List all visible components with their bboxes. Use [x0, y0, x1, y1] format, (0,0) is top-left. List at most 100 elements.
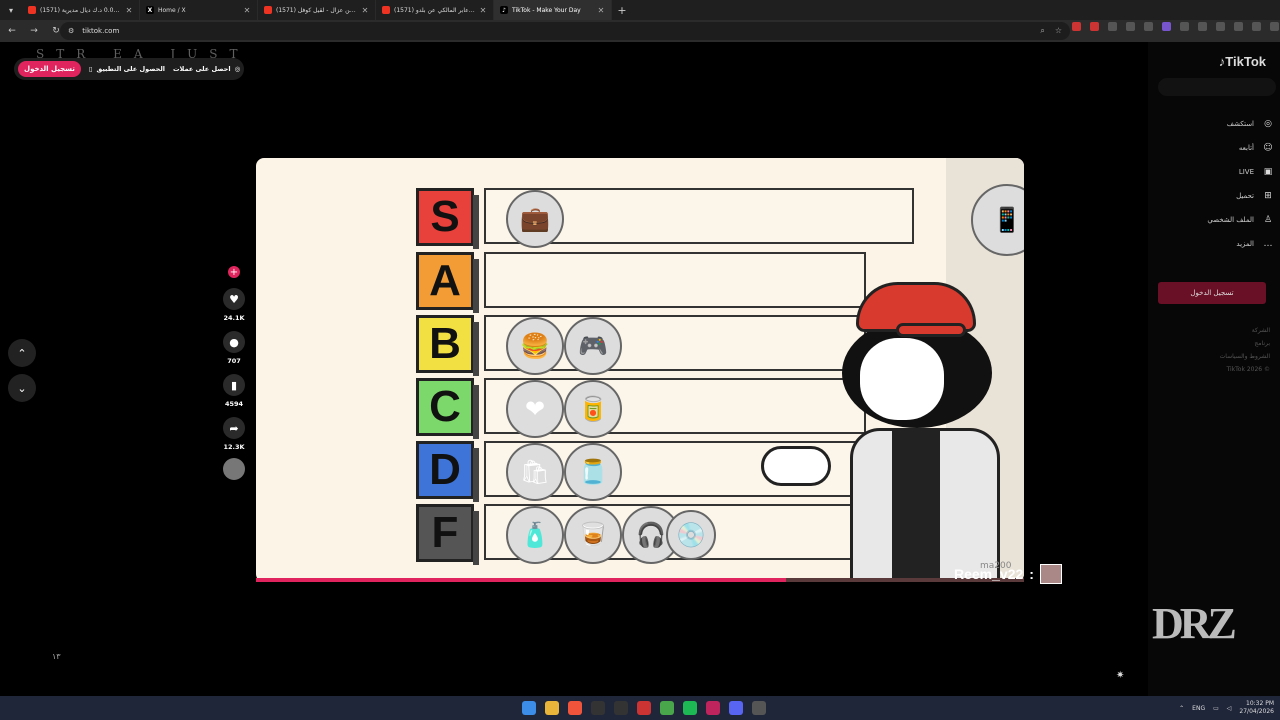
get-app-button[interactable]: ▯ الحصول على التطبيق	[89, 65, 165, 73]
extension-icon[interactable]	[1144, 22, 1153, 31]
extension-icon[interactable]	[1072, 22, 1081, 31]
back-icon[interactable]: ←	[6, 26, 18, 36]
save-button[interactable]: ▮	[223, 374, 245, 396]
browser-tab[interactable]: (1571) كلام عابر المالكي عن بلدو... ✕	[376, 0, 494, 20]
new-tab-button[interactable]: +	[612, 4, 632, 17]
sidebar-item-following[interactable]: أتابعه ☺	[1148, 136, 1280, 160]
zoom-icon[interactable]: ⌕	[1040, 26, 1044, 36]
tiktok-logo[interactable]: ♪TikTok	[1219, 54, 1266, 69]
share-icon: ➦	[229, 421, 239, 435]
extensions-area	[1072, 22, 1279, 31]
spotify-icon[interactable]	[683, 701, 697, 715]
close-icon[interactable]: ✕	[243, 6, 251, 15]
screen: ▾ (1571) دريف مايك بعد 0.000 د.ك ديال مد…	[0, 0, 1280, 720]
browser-tab[interactable]: (1571) دريف مايك بعد 0.000 د.ك ديال مدير…	[22, 0, 140, 20]
get-coins-button[interactable]: احصل على عملات ◎	[173, 65, 240, 73]
extension-icon[interactable]	[1198, 22, 1207, 31]
system-tray: ⌃ ENG ▭ ◁ 10:32 PM 27/04/2026	[1179, 696, 1274, 720]
like-button[interactable]: ♥	[223, 288, 245, 310]
clock[interactable]: 10:32 PM 27/04/2026	[1239, 700, 1274, 716]
sidebar-item-more[interactable]: المزيد…	[1148, 232, 1280, 256]
tier-row: C ❤ 🥫	[416, 378, 866, 439]
extension-icon[interactable]	[1234, 22, 1243, 31]
footer-link[interactable]: الشركة	[1220, 324, 1270, 337]
sidebar-item-live[interactable]: LIVE ▣	[1148, 160, 1280, 184]
youtube-icon	[264, 6, 272, 14]
comment-icon: ●	[229, 335, 239, 349]
get-coins-label: احصل على عملات	[173, 65, 231, 73]
app-icon[interactable]	[614, 701, 628, 715]
extension-icon[interactable]	[1180, 22, 1189, 31]
person-icon: ☺	[1263, 143, 1273, 153]
stream-logo: DRZ	[1152, 599, 1237, 648]
tier-label: D	[416, 441, 479, 502]
sidebar-item-explore[interactable]: استكشف ◎	[1148, 112, 1280, 136]
tab-search-icon[interactable]: ▾	[0, 0, 22, 20]
share-count: 12.3K	[223, 443, 245, 451]
windows-start-icon[interactable]	[522, 701, 536, 715]
video-progress-bar[interactable]	[256, 578, 1024, 582]
site-info-icon[interactable]: ⚙	[68, 27, 74, 35]
language-indicator[interactable]: ENG	[1192, 705, 1205, 712]
chevron-down-icon: ⌄	[17, 381, 27, 395]
tier-item: 🥫	[564, 380, 622, 438]
sidebar-item-profile[interactable]: الملف الشخصي ♙	[1148, 208, 1280, 232]
login-button[interactable]: تسجيل الدخول	[18, 61, 81, 77]
phone-icon: ▯	[88, 65, 93, 73]
close-icon[interactable]: ✕	[125, 6, 133, 15]
taskbar-apps	[522, 701, 766, 715]
tier-item: 🍔	[506, 317, 564, 375]
footer-link[interactable]: برنامج	[1220, 337, 1270, 350]
download-icon[interactable]	[1216, 22, 1225, 31]
menu-icon[interactable]	[1270, 22, 1279, 31]
clock-time: 10:32 PM	[1246, 700, 1274, 707]
extension-icon[interactable]	[1108, 22, 1117, 31]
browser-tab-bar: ▾ (1571) دريف مايك بعد 0.000 د.ك ديال مد…	[0, 0, 1280, 20]
extension-icon[interactable]	[1162, 22, 1171, 31]
close-icon[interactable]: ✕	[479, 6, 487, 15]
brave-icon[interactable]	[568, 701, 582, 715]
browser-tab-active[interactable]: ♪ TikTok - Make Your Day ✕	[494, 0, 612, 20]
extension-icon[interactable]	[1126, 22, 1135, 31]
youtube-icon	[382, 6, 390, 14]
bookmark-star-icon[interactable]: ☆	[1055, 26, 1062, 36]
sidebar-menu: استكشف ◎ أتابعه ☺ LIVE ▣ تحميل ⊞ الملف الشخص…	[1148, 112, 1280, 256]
like-count: 24.1K	[223, 314, 245, 322]
profile-icon[interactable]	[1252, 22, 1261, 31]
footer-link[interactable]: الشروط والسياسات	[1220, 350, 1270, 363]
close-icon[interactable]: ✕	[361, 6, 369, 15]
follow-button[interactable]: +	[228, 266, 240, 278]
network-icon[interactable]: ▭	[1213, 705, 1219, 712]
chevron-up-icon: ⌃	[17, 346, 27, 360]
video-player[interactable]: S💼📱➰AB🍔🎮C❤🥫D🛍🫙F🧴🥃🎧💿	[256, 158, 1024, 582]
browser-tab[interactable]: X Home / X ✕	[140, 0, 258, 20]
app-icon[interactable]	[706, 701, 720, 715]
chevron-up-icon[interactable]: ⌃	[1179, 705, 1184, 712]
top-actions: تسجيل الدخول ▯ الحصول على التطبيق احصل عل…	[14, 58, 245, 80]
url-field[interactable]: ⚙ tiktok.com ⌕ ☆	[60, 22, 1070, 40]
obs-icon[interactable]	[752, 701, 766, 715]
tier-row: S💼📱➰	[416, 184, 1024, 256]
sidebar-item-upload[interactable]: تحميل ⊞	[1148, 184, 1280, 208]
character-face	[860, 338, 944, 420]
file-explorer-icon[interactable]	[545, 701, 559, 715]
volume-icon[interactable]: ◁	[1227, 705, 1232, 712]
chrome-icon[interactable]	[660, 701, 674, 715]
music-disc[interactable]	[223, 458, 245, 480]
next-video-button[interactable]: ⌄	[8, 374, 36, 402]
video-progress-fill	[256, 578, 786, 582]
sidebar-login-button[interactable]: تسجيل الدخول	[1158, 282, 1266, 304]
more-icon: …	[1263, 239, 1273, 249]
discord-icon[interactable]	[729, 701, 743, 715]
browser-tab[interactable]: (1571) حسين عزال - لقيل كوفل / ... ✕	[258, 0, 376, 20]
extension-icon[interactable]	[1090, 22, 1099, 31]
forward-icon[interactable]: →	[28, 26, 40, 36]
search-input[interactable]	[1158, 78, 1276, 96]
app-icon[interactable]	[591, 701, 605, 715]
compass-icon: ◎	[1264, 119, 1272, 129]
share-button[interactable]: ➦	[223, 417, 245, 439]
close-icon[interactable]: ✕	[597, 6, 605, 15]
previous-video-button[interactable]: ⌃	[8, 339, 36, 367]
comment-button[interactable]: ●	[223, 331, 245, 353]
app-icon[interactable]	[637, 701, 651, 715]
